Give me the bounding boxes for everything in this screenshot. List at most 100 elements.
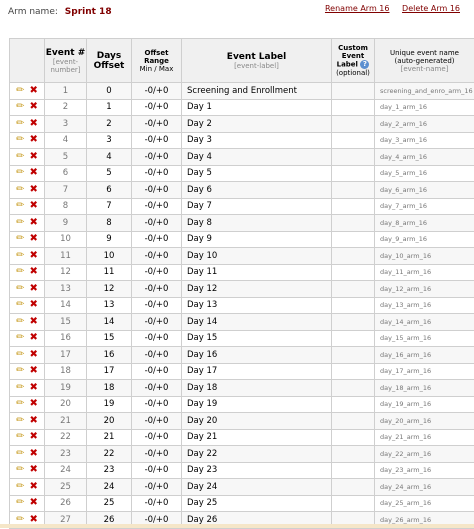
days-offset: 8 [87, 215, 132, 232]
delete-icon[interactable]: ✖ [30, 399, 38, 409]
delete-icon[interactable]: ✖ [30, 168, 38, 178]
delete-icon[interactable]: ✖ [30, 119, 38, 129]
pencil-icon[interactable]: ✏ [16, 135, 24, 145]
pencil-icon[interactable]: ✏ [16, 218, 24, 228]
pencil-icon[interactable]: ✏ [16, 234, 24, 244]
pencil-icon[interactable]: ✏ [16, 185, 24, 195]
event-label: Day 11 [182, 264, 332, 281]
delete-icon[interactable]: ✖ [30, 185, 38, 195]
days-offset: 1 [87, 99, 132, 116]
delete-icon[interactable]: ✖ [30, 383, 38, 393]
delete-icon[interactable]: ✖ [30, 284, 38, 294]
pencil-icon[interactable]: ✏ [16, 350, 24, 360]
row-actions: ✏✖ [10, 132, 45, 149]
delete-icon[interactable]: ✖ [30, 218, 38, 228]
event-number: 26 [45, 495, 87, 512]
delete-icon[interactable]: ✖ [30, 333, 38, 343]
delete-icon[interactable]: ✖ [30, 515, 38, 525]
offset-range: -0/+0 [132, 248, 182, 265]
delete-icon[interactable]: ✖ [30, 465, 38, 475]
table-row: ✏✖1817-0/+0Day 17day_17_arm_16 [10, 363, 474, 380]
arm-links: Rename Arm 16 Delete Arm 16 [315, 4, 460, 13]
pencil-icon[interactable]: ✏ [16, 168, 24, 178]
pencil-icon[interactable]: ✏ [16, 432, 24, 442]
delete-arm-link[interactable]: Delete Arm 16 [402, 4, 460, 13]
delete-icon[interactable]: ✖ [30, 102, 38, 112]
arm-header: Arm name: Sprint 18 Rename Arm 16 Delete… [0, 0, 474, 34]
pencil-icon[interactable]: ✏ [16, 251, 24, 261]
pencil-icon[interactable]: ✏ [16, 284, 24, 294]
days-offset-header: Days Offset [87, 39, 132, 83]
pencil-icon[interactable]: ✏ [16, 399, 24, 409]
unique-event-name: day_24_arm_16 [375, 479, 474, 496]
event-label: Day 13 [182, 297, 332, 314]
pencil-icon[interactable]: ✏ [16, 267, 24, 277]
table-row: ✏✖1312-0/+0Day 12day_12_arm_16 [10, 281, 474, 298]
pencil-icon[interactable]: ✏ [16, 515, 24, 525]
offset-range: -0/+0 [132, 495, 182, 512]
days-offset: 17 [87, 363, 132, 380]
delete-icon[interactable]: ✖ [30, 498, 38, 508]
table-row: ✏✖98-0/+0Day 8day_8_arm_16 [10, 215, 474, 232]
custom-event-label [332, 429, 375, 446]
pencil-icon[interactable]: ✏ [16, 482, 24, 492]
delete-icon[interactable]: ✖ [30, 251, 38, 261]
pencil-icon[interactable]: ✏ [16, 449, 24, 459]
unique-event-name: day_3_arm_16 [375, 132, 474, 149]
delete-icon[interactable]: ✖ [30, 135, 38, 145]
table-row: ✏✖1716-0/+0Day 16day_16_arm_16 [10, 347, 474, 364]
event-number-header: Event # [event-number] [45, 39, 87, 83]
days-offset: 0 [87, 83, 132, 100]
help-icon[interactable]: ? [360, 60, 369, 69]
delete-icon[interactable]: ✖ [30, 201, 38, 211]
unique-event-name: screening_and_enro_arm_16 [375, 83, 474, 100]
pencil-icon[interactable]: ✏ [16, 119, 24, 129]
delete-icon[interactable]: ✖ [30, 86, 38, 96]
unique-event-name: day_13_arm_16 [375, 297, 474, 314]
custom-event-label [332, 215, 375, 232]
delete-icon[interactable]: ✖ [30, 267, 38, 277]
pencil-icon[interactable]: ✏ [16, 498, 24, 508]
custom-event-label [332, 314, 375, 331]
unique-event-name: day_4_arm_16 [375, 149, 474, 166]
custom-label-header-sub: (optional) [332, 69, 374, 77]
pencil-icon[interactable]: ✏ [16, 333, 24, 343]
delete-icon[interactable]: ✖ [30, 152, 38, 162]
offset-range: -0/+0 [132, 462, 182, 479]
delete-icon[interactable]: ✖ [30, 432, 38, 442]
pencil-icon[interactable]: ✏ [16, 366, 24, 376]
pencil-icon[interactable]: ✏ [16, 152, 24, 162]
rename-arm-link[interactable]: Rename Arm 16 [325, 4, 390, 13]
table-row: ✏✖2423-0/+0Day 23day_23_arm_16 [10, 462, 474, 479]
delete-icon[interactable]: ✖ [30, 234, 38, 244]
delete-icon[interactable]: ✖ [30, 449, 38, 459]
event-number: 2 [45, 99, 87, 116]
days-offset: 7 [87, 198, 132, 215]
delete-icon[interactable]: ✖ [30, 350, 38, 360]
delete-icon[interactable]: ✖ [30, 366, 38, 376]
days-offset: 15 [87, 330, 132, 347]
custom-event-label [332, 198, 375, 215]
row-actions: ✏✖ [10, 495, 45, 512]
pencil-icon[interactable]: ✏ [16, 383, 24, 393]
pencil-icon[interactable]: ✏ [16, 416, 24, 426]
offset-range-header: Offset Range Min / Max [132, 39, 182, 83]
event-label: Day 25 [182, 495, 332, 512]
pencil-icon[interactable]: ✏ [16, 300, 24, 310]
days-offset: 10 [87, 248, 132, 265]
custom-event-label [332, 281, 375, 298]
days-offset: 21 [87, 429, 132, 446]
event-number: 24 [45, 462, 87, 479]
pencil-icon[interactable]: ✏ [16, 102, 24, 112]
delete-icon[interactable]: ✖ [30, 416, 38, 426]
pencil-icon[interactable]: ✏ [16, 201, 24, 211]
custom-event-label [332, 182, 375, 199]
delete-icon[interactable]: ✖ [30, 317, 38, 327]
unique-name-header: Unique event name (auto-generated) [even… [375, 39, 474, 83]
custom-event-label [332, 264, 375, 281]
pencil-icon[interactable]: ✏ [16, 317, 24, 327]
pencil-icon[interactable]: ✏ [16, 86, 24, 96]
delete-icon[interactable]: ✖ [30, 300, 38, 310]
pencil-icon[interactable]: ✏ [16, 465, 24, 475]
delete-icon[interactable]: ✖ [30, 482, 38, 492]
